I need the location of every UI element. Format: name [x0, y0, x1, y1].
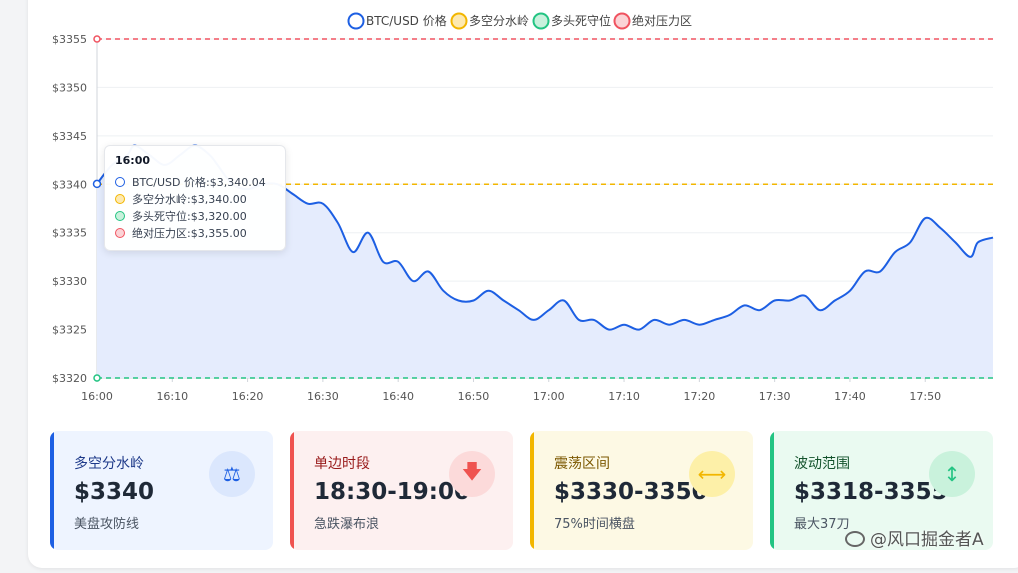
price-point	[92, 179, 102, 189]
card-watershed: 多空分水岭 $3340 美盘攻防线 ⚖	[50, 431, 273, 550]
tooltip-row-resistance: 绝对压力区 $3,355.00	[115, 225, 247, 241]
arrows-vertical-icon: ↕	[929, 451, 975, 497]
scale-icon: ⚖	[209, 451, 255, 497]
card-value: 18:30-19:00	[314, 479, 470, 505]
x-tick-label: 17:20	[684, 390, 716, 403]
x-tick-label: 16:50	[458, 390, 490, 403]
y-tick-label: $3340	[52, 178, 87, 191]
chart-tooltip: 16:00 BTC/USD 价格 $3,340.04 多空分水岭 $3,340.…	[104, 145, 286, 251]
y-tick-label: $3345	[52, 130, 87, 143]
legend-marker	[613, 12, 631, 30]
card-value: $3340	[74, 479, 155, 505]
wechat-icon	[845, 531, 865, 547]
x-tick-label: 16:00	[81, 390, 113, 403]
reference-point	[93, 35, 101, 43]
card-title: 震荡区间	[554, 456, 610, 472]
card-subtitle: 75%时间横盘	[554, 517, 635, 532]
legend-label: BTC/USD 价格	[366, 13, 447, 28]
y-tick-label: $3335	[52, 227, 87, 240]
x-tick-label: 17:30	[759, 390, 791, 403]
legend-marker	[450, 12, 468, 30]
card-title: 波动范围	[794, 456, 850, 472]
card-subtitle: 美盘攻防线	[74, 517, 140, 532]
legend-marker	[532, 12, 550, 30]
resistance-legend-dot-icon	[115, 228, 125, 238]
x-tick-label: 16:40	[382, 390, 414, 403]
support-legend-dot-icon	[115, 211, 125, 221]
tooltip-row-watershed: 多空分水岭 $3,340.00	[115, 191, 247, 207]
tooltip-time: 16:00	[115, 154, 151, 167]
arrows-horizontal-icon: ⟷	[689, 451, 735, 497]
legend-label: 绝对压力区	[632, 13, 692, 28]
card-accent-bar	[290, 431, 294, 550]
card-accent-bar	[50, 431, 54, 550]
x-tick-label: 17:50	[909, 390, 941, 403]
legend-label: 多头死守位	[551, 13, 611, 28]
card-accent-bar	[770, 431, 774, 550]
card-value: $3318-3355	[794, 479, 948, 505]
x-tick-label: 16:20	[232, 390, 264, 403]
arrow-down-icon: 🡇	[449, 451, 495, 497]
card-title: 多空分水岭	[74, 456, 144, 472]
card-accent-bar	[530, 431, 534, 550]
x-tick-label: 17:10	[608, 390, 640, 403]
watermark: @风口掘金者A	[845, 525, 984, 550]
card-subtitle: 急跌瀑布浪	[314, 517, 380, 532]
x-tick-label: 17:00	[533, 390, 565, 403]
card-one-way-period: 单边时段 18:30-19:00 急跌瀑布浪 🡇	[290, 431, 513, 550]
tooltip-row-price: BTC/USD 价格 $3,340.04	[115, 174, 266, 190]
y-tick-label: $3320	[52, 372, 87, 385]
y-tick-label: $3350	[52, 81, 87, 94]
y-tick-label: $3355	[52, 33, 87, 46]
x-tick-label: 16:30	[307, 390, 339, 403]
card-range: 震荡区间 $3330-3350 75%时间横盘 ⟷	[530, 431, 753, 550]
tooltip-row-support: 多头死守位 $3,320.00	[115, 208, 247, 224]
y-tick-label: $3330	[52, 275, 87, 288]
card-title: 单边时段	[314, 456, 370, 472]
price-legend-dot-icon	[115, 177, 125, 187]
legend-label: 多空分水岭	[469, 14, 529, 28]
legend-marker	[347, 12, 365, 30]
y-tick-label: $3325	[52, 324, 87, 337]
reference-point	[93, 374, 101, 382]
card-value: $3330-3350	[554, 479, 708, 505]
card-subtitle: 最大37刀	[794, 517, 850, 532]
watershed-legend-dot-icon	[115, 194, 125, 204]
x-tick-label: 16:10	[156, 390, 188, 403]
x-tick-label: 17:40	[834, 390, 866, 403]
